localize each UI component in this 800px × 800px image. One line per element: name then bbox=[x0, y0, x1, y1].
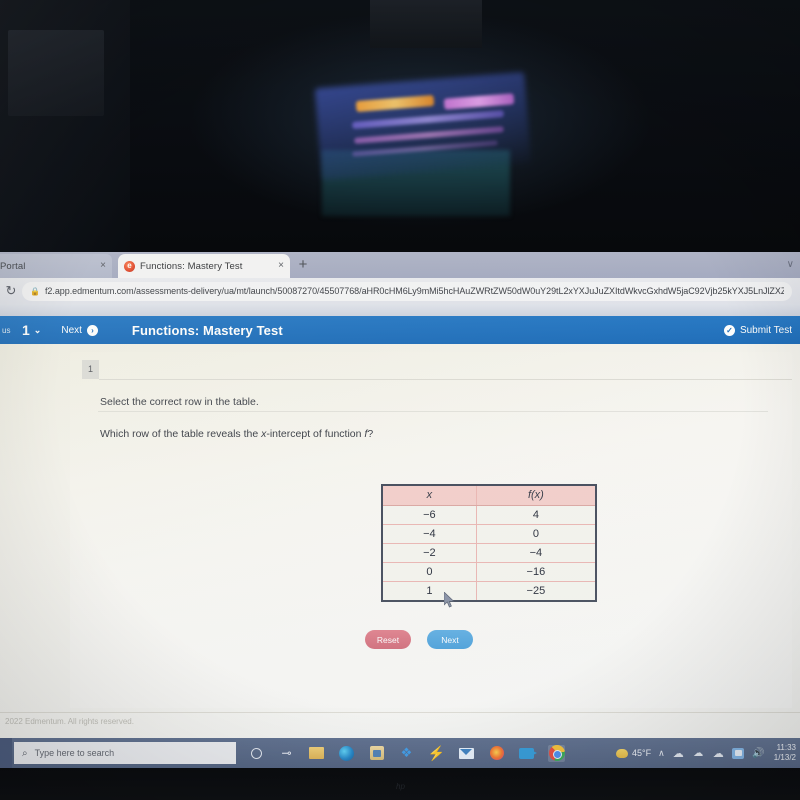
browser-tab-label: Functions: Mastery Test bbox=[140, 260, 243, 272]
browser-tab-strip: Portal × Functions: Mastery Test × + ∨ bbox=[0, 252, 800, 278]
divider bbox=[0, 712, 800, 713]
room-doorway bbox=[370, 0, 482, 48]
prompt-middle: -intercept of function bbox=[266, 428, 365, 440]
volume-icon[interactable]: 🔊 bbox=[752, 747, 765, 760]
submit-test-label: Submit Test bbox=[739, 324, 792, 336]
url-text: f2.app.edmentum.com/assessments-delivery… bbox=[44, 286, 784, 296]
video-call-icon[interactable] bbox=[518, 745, 537, 762]
chevron-right-circle-icon: › bbox=[86, 324, 98, 336]
question-number-label: 1 bbox=[22, 322, 30, 338]
table-row[interactable]: −6 4 bbox=[383, 505, 595, 525]
table-cell-x: 0 bbox=[383, 562, 477, 582]
browser-tab-label: Portal bbox=[0, 260, 26, 272]
table-row[interactable]: 1 −25 bbox=[383, 581, 595, 600]
search-placeholder: Type here to search bbox=[34, 748, 115, 758]
edmentum-e-icon bbox=[124, 260, 135, 272]
footer-copyright: 2022 Edmentum. All rights reserved. bbox=[5, 717, 134, 726]
reset-button[interactable]: Reset bbox=[365, 630, 411, 649]
sun-icon bbox=[616, 748, 629, 758]
prompt-suffix: ? bbox=[367, 428, 374, 440]
microsoft-store-icon[interactable] bbox=[368, 745, 385, 762]
question-prompt: Which row of the table reveals the x-int… bbox=[100, 428, 373, 440]
google-chrome-icon[interactable] bbox=[548, 744, 565, 762]
function-value-table[interactable]: x f(x) −6 4 −4 0 −2 −4 0 −16 1 −25 bbox=[381, 484, 597, 602]
prompt-prefix: Which row of the table reveals the bbox=[100, 428, 262, 440]
assessment-page-body: 1 Select the correct row in the table. W… bbox=[0, 344, 800, 800]
magnifier-icon: ⌕ bbox=[22, 747, 28, 759]
question-badge: 1 bbox=[82, 360, 99, 379]
chevron-up-icon[interactable]: ∧ bbox=[658, 748, 665, 759]
chevron-down-icon[interactable]: ∨ bbox=[787, 259, 794, 270]
room-panel bbox=[8, 30, 104, 116]
start-button[interactable] bbox=[0, 738, 12, 768]
cloud-sync-icon[interactable]: ☁ bbox=[692, 747, 705, 760]
dropbox-icon[interactable]: ❖ bbox=[398, 745, 415, 762]
windows-taskbar: ⌕ Type here to search ⊸ ❖ ⚡ 45°F ∧ ☁ ☁ ☁ bbox=[0, 738, 800, 768]
cloud-icon[interactable]: ☁ bbox=[712, 747, 725, 760]
mail-icon[interactable] bbox=[458, 745, 475, 762]
cortana-icon[interactable] bbox=[248, 745, 265, 762]
lightning-app-icon[interactable]: ⚡ bbox=[428, 745, 445, 762]
check-circle-icon: ✓ bbox=[723, 324, 735, 336]
table-cell-x: 1 bbox=[383, 581, 477, 600]
dark-room-background bbox=[0, 0, 800, 252]
system-tray: 45°F ∧ ☁ ☁ ☁ 🔊 11:33 1/13/2 bbox=[616, 743, 800, 763]
weather-widget[interactable]: 45°F bbox=[616, 748, 651, 758]
table-header-fx: f(x) bbox=[476, 486, 595, 506]
toolbar-status-fragment: us bbox=[2, 325, 11, 335]
taskbar-icons: ⊸ ❖ ⚡ bbox=[248, 744, 565, 762]
browser-tab-portal[interactable]: Portal × bbox=[0, 254, 112, 278]
question-selector[interactable]: 1 ⌄ bbox=[16, 322, 51, 338]
search-input[interactable]: ⌕ Type here to search bbox=[14, 742, 236, 764]
microsoft-edge-icon[interactable] bbox=[338, 745, 355, 762]
file-explorer-icon[interactable] bbox=[308, 745, 325, 762]
table-cell-x: −6 bbox=[383, 505, 477, 525]
submit-test-button[interactable]: ✓ Submit Test bbox=[723, 324, 792, 336]
table-cell-fx: −4 bbox=[476, 543, 595, 563]
new-tab-button[interactable]: + bbox=[294, 256, 312, 274]
table-header-row: x f(x) bbox=[383, 486, 595, 506]
address-bar[interactable]: 🔒 f2.app.edmentum.com/assessments-delive… bbox=[22, 281, 792, 301]
divider bbox=[98, 411, 768, 412]
question-actions: Reset Next bbox=[365, 630, 473, 649]
reload-icon[interactable]: ↻ bbox=[0, 283, 22, 299]
table-row[interactable]: −4 0 bbox=[383, 524, 595, 544]
table-cell-fx: −25 bbox=[476, 581, 595, 600]
chevron-down-icon: ⌄ bbox=[33, 324, 42, 335]
clock-time: 11:33 bbox=[776, 743, 796, 752]
monitor-brand-logo: hp bbox=[396, 782, 405, 791]
close-icon[interactable]: × bbox=[278, 261, 284, 271]
clock[interactable]: 11:33 1/13/2 bbox=[772, 743, 796, 763]
question-card: 1 Select the correct row in the table. W… bbox=[70, 352, 792, 708]
table-header-x: x bbox=[383, 486, 477, 506]
firefox-icon[interactable] bbox=[488, 745, 505, 762]
close-icon[interactable]: × bbox=[100, 261, 106, 271]
question-instruction: Select the correct row in the table. bbox=[100, 396, 259, 408]
bookmarks-bar bbox=[0, 304, 800, 316]
toolbar-next-button[interactable]: Next › bbox=[51, 324, 108, 336]
table-row[interactable]: −2 −4 bbox=[383, 543, 595, 563]
assessment-toolbar: us 1 ⌄ Next › Functions: Mastery Test ✓ … bbox=[0, 316, 800, 344]
page-title: Functions: Mastery Test bbox=[131, 322, 283, 338]
toolbar-next-label: Next bbox=[61, 324, 82, 336]
weather-temperature: 45°F bbox=[632, 748, 652, 758]
screenshot-root: Portal × Functions: Mastery Test × + ∨ ↻… bbox=[0, 0, 800, 800]
lock-icon: 🔒 bbox=[30, 286, 40, 296]
divider bbox=[99, 379, 792, 380]
onedrive-icon[interactable]: ☁ bbox=[672, 747, 685, 760]
table-row[interactable]: 0 −16 bbox=[383, 562, 595, 582]
table-cell-x: −2 bbox=[383, 543, 477, 563]
next-button[interactable]: Next bbox=[427, 630, 473, 649]
task-view-icon[interactable]: ⊸ bbox=[278, 745, 295, 762]
browser-tab-functions-mastery-test[interactable]: Functions: Mastery Test × bbox=[118, 254, 290, 278]
network-icon[interactable] bbox=[732, 747, 745, 760]
clock-date: 1/13/2 bbox=[773, 753, 796, 762]
table-cell-fx: 4 bbox=[476, 505, 595, 525]
browser-url-bar: ↻ 🔒 f2.app.edmentum.com/assessments-deli… bbox=[0, 278, 800, 304]
table-cell-fx: −16 bbox=[476, 562, 595, 582]
table-cell-x: −4 bbox=[383, 524, 477, 544]
table-cell-fx: 0 bbox=[476, 524, 595, 544]
